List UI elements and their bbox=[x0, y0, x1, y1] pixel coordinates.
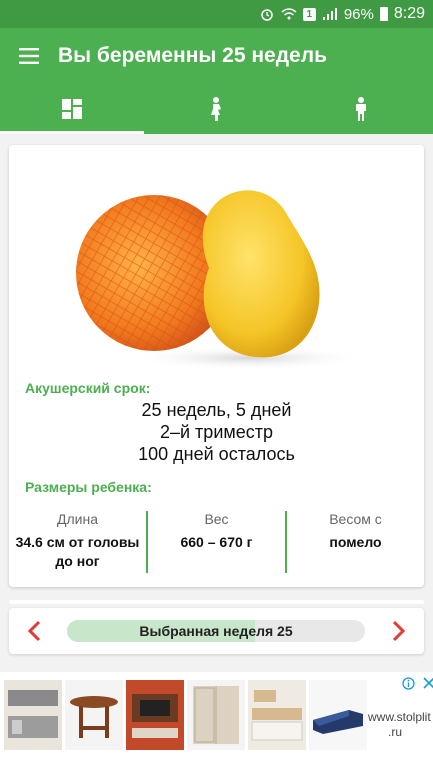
pregnant-woman-icon bbox=[211, 97, 222, 121]
size-length: Длина 34.6 см от головы до ног bbox=[9, 511, 146, 573]
status-bar: 1 96% 8:29 bbox=[0, 0, 433, 28]
battery-percent: 96% bbox=[343, 5, 374, 23]
ad-banner[interactable]: www.stolplit .ru bbox=[0, 672, 433, 770]
size-length-heading: Длина bbox=[57, 511, 98, 527]
tab-mother[interactable] bbox=[144, 84, 288, 134]
child-icon bbox=[355, 97, 366, 121]
size-weight-value: 660 – 670 г bbox=[180, 534, 253, 550]
size-weight-heading: Вес bbox=[204, 511, 229, 527]
signal-icon bbox=[322, 6, 338, 22]
pomelo-image bbox=[69, 173, 369, 373]
ad-image-table[interactable] bbox=[65, 680, 123, 750]
sizes-label: Размеры ребенка: bbox=[25, 479, 152, 495]
previous-week-button[interactable] bbox=[19, 616, 49, 646]
term-weeks-days: 25 недель, 5 дней bbox=[141, 400, 292, 420]
adchoices-icon[interactable] bbox=[402, 677, 415, 690]
wifi-icon bbox=[281, 6, 297, 22]
divider-strip bbox=[9, 600, 424, 604]
size-compare-value: помело bbox=[329, 534, 382, 550]
size-compare-heading: Весом с bbox=[329, 511, 382, 527]
week-selector: Выбранная неделя 25 bbox=[9, 608, 424, 654]
pregnancy-card: Акушерский срок: 25 недель, 5 дней 2–й т… bbox=[9, 145, 424, 587]
page-title: Вы беременны 25 недель bbox=[58, 44, 327, 67]
ad-image-wardrobe[interactable] bbox=[187, 680, 245, 750]
term-trimester: 2–й триместр bbox=[159, 422, 274, 442]
next-week-button[interactable] bbox=[384, 616, 414, 646]
size-weight: Вес 660 – 670 г bbox=[146, 511, 285, 573]
term-label: Акушерский срок: bbox=[25, 380, 151, 396]
chevron-right-icon bbox=[392, 620, 406, 642]
app-bar: Вы беременны 25 недель bbox=[0, 28, 433, 84]
dashboard-icon bbox=[62, 99, 83, 119]
hamburger-icon bbox=[19, 48, 39, 64]
battery-icon bbox=[379, 7, 388, 21]
size-length-value: 34.6 см от головы до ног bbox=[15, 534, 140, 569]
ad-image-sofa[interactable] bbox=[309, 680, 367, 750]
tab-bar bbox=[0, 84, 433, 134]
clock: 8:29 bbox=[393, 5, 425, 22]
ad-text[interactable]: www.stolplit .ru bbox=[368, 710, 431, 740]
notification-badge: 1 bbox=[302, 7, 316, 21]
chevron-left-icon bbox=[27, 620, 41, 642]
week-label: Выбранная неделя 25 bbox=[139, 623, 293, 639]
tab-baby[interactable] bbox=[289, 84, 433, 134]
size-compare: Весом с помело bbox=[285, 511, 424, 573]
alarm-icon bbox=[259, 6, 275, 22]
week-progress[interactable]: Выбранная неделя 25 bbox=[67, 620, 365, 642]
ad-image-kitchen-2[interactable] bbox=[248, 680, 306, 750]
ad-image-kitchen[interactable] bbox=[4, 680, 62, 750]
ad-controls bbox=[402, 677, 433, 690]
close-icon[interactable] bbox=[423, 677, 433, 689]
baby-sizes: Длина 34.6 см от головы до ног Вес 660 –… bbox=[9, 511, 424, 573]
tab-overview[interactable] bbox=[0, 84, 145, 134]
term-days-left: 100 дней осталось bbox=[138, 444, 295, 464]
ad-url-line2: .ru bbox=[388, 725, 403, 739]
term-info: 25 недель, 5 дней 2–й триместр 100 дней … bbox=[9, 399, 424, 465]
ad-url-line1: www.stolplit bbox=[368, 710, 431, 724]
menu-button[interactable] bbox=[0, 28, 58, 84]
ad-image-tv-wall[interactable] bbox=[126, 680, 184, 750]
